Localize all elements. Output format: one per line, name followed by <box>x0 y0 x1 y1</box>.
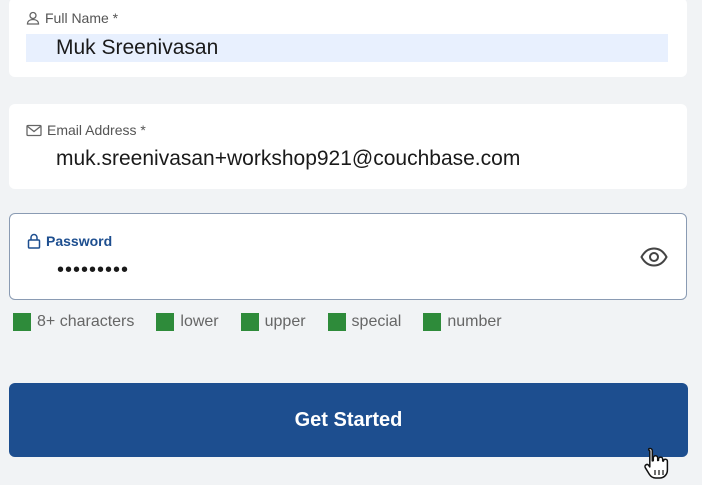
password-field[interactable]: Password ••••••••• <box>9 213 687 300</box>
requirement-lower: lower <box>156 313 219 331</box>
email-input[interactable]: muk.sreenivasan+workshop921@couchbase.co… <box>56 147 520 171</box>
get-started-button[interactable]: Get Started <box>9 383 688 457</box>
requirement-label: number <box>447 313 502 330</box>
user-icon <box>26 11 40 25</box>
requirement-label: special <box>351 313 402 330</box>
email-label: Email Address * <box>47 122 146 138</box>
requirement-label: lower <box>180 313 219 330</box>
full-name-field[interactable]: Full Name * Muk Sreenivasan <box>9 0 687 77</box>
requirement-label: upper <box>264 313 306 330</box>
check-square-icon <box>156 313 175 331</box>
requirement-number: number <box>423 313 502 331</box>
envelope-icon <box>26 124 42 137</box>
requirement-special: special <box>327 313 402 331</box>
requirement-length: 8+ characters <box>13 313 134 331</box>
eye-icon[interactable] <box>640 247 668 267</box>
hand-pointer-icon <box>641 446 671 485</box>
full-name-label-row: Full Name * <box>26 10 118 26</box>
requirement-upper: upper <box>240 313 306 331</box>
check-square-icon <box>240 313 259 331</box>
full-name-input[interactable]: Muk Sreenivasan <box>26 34 668 62</box>
password-requirements: 8+ characters lower upper special number <box>13 313 524 331</box>
email-label-row: Email Address * <box>26 122 146 138</box>
check-square-icon <box>327 313 346 331</box>
check-square-icon <box>423 313 442 331</box>
full-name-label: Full Name * <box>45 10 119 26</box>
check-square-icon <box>13 313 31 331</box>
requirement-label: 8+ characters <box>37 313 135 330</box>
password-label-row: Password <box>27 233 112 249</box>
lock-icon <box>27 233 41 249</box>
email-field[interactable]: Email Address * muk.sreenivasan+workshop… <box>9 104 687 189</box>
password-input[interactable]: ••••••••• <box>57 259 129 282</box>
password-label: Password <box>46 233 113 249</box>
